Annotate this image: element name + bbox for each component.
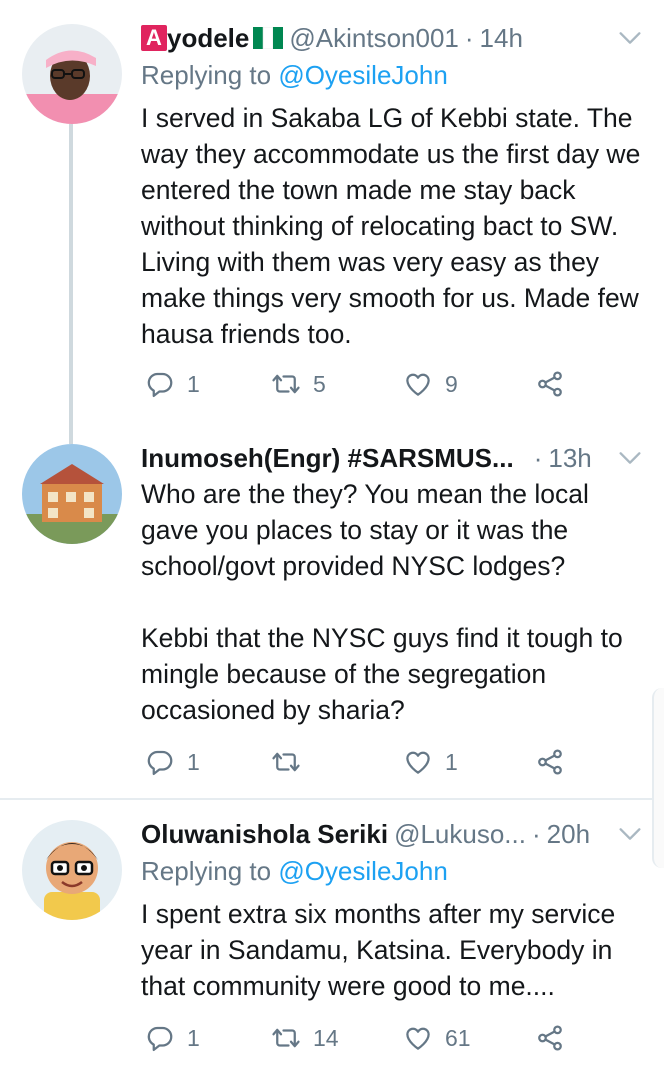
retweet-count: 14 [313, 1024, 339, 1051]
retweet-icon [271, 369, 301, 399]
tweet-header: A yodele @Akintson001 · 14h [141, 18, 644, 58]
share-icon [535, 1023, 565, 1053]
chevron-down-icon[interactable] [616, 820, 644, 848]
reply-button[interactable]: 1 [145, 366, 200, 402]
timestamp[interactable]: 13h [548, 438, 591, 478]
retweet-icon [271, 747, 301, 777]
share-button[interactable] [535, 1020, 565, 1056]
tweet-text: I served in Sakaba LG of Kebbi state. Th… [141, 103, 641, 349]
reply-count: 1 [187, 370, 200, 397]
heart-icon [403, 747, 433, 777]
reply-icon [145, 747, 175, 777]
replying-to: Replying to @OyesileJohn [141, 852, 448, 890]
like-count: 1 [445, 748, 458, 775]
display-name[interactable]: Oluwanishola Seriki [141, 814, 388, 854]
display-name[interactable]: yodele [167, 18, 249, 58]
mention-link[interactable]: @OyesileJohn [278, 60, 447, 90]
retweet-button[interactable]: 5 [271, 366, 326, 402]
reply-count: 1 [187, 748, 200, 775]
avatar[interactable] [22, 820, 122, 920]
timestamp[interactable]: 14h [480, 18, 523, 58]
reply-button[interactable]: 1 [145, 744, 200, 780]
avatar[interactable] [22, 444, 122, 544]
like-count: 9 [445, 370, 458, 397]
thread-line [69, 420, 73, 444]
separator-dot: · [531, 819, 541, 849]
replying-to-label: Replying to [141, 60, 272, 90]
tweet-text: I spent extra six months after my servic… [141, 899, 616, 1001]
name-badge: A [141, 25, 167, 51]
tweet-actions: 1 5 9 [141, 366, 581, 402]
timestamp[interactable]: 20h [547, 814, 590, 854]
thread-line [69, 124, 73, 420]
reply-button[interactable]: 1 [145, 1020, 200, 1056]
retweet-count: 5 [313, 370, 326, 397]
like-button[interactable]: 61 [403, 1020, 471, 1056]
share-icon [535, 747, 565, 777]
tweet[interactable]: A yodele @Akintson001 · 14h Replying to … [0, 0, 664, 420]
separator-dot: · [533, 443, 543, 473]
separator-dot: · [464, 23, 474, 53]
heart-icon [403, 369, 433, 399]
tweet-header: Oluwanishola Seriki @Lukuso... · 20h [141, 814, 644, 854]
nigeria-flag-icon [253, 27, 284, 49]
tweet-header: Inumoseh(Engr) #SARSMUS... · 13h [141, 438, 644, 478]
reply-count: 1 [187, 1024, 200, 1051]
heart-icon [403, 1023, 433, 1053]
share-icon [535, 369, 565, 399]
user-handle[interactable]: @Akintson001 [289, 18, 459, 58]
chevron-down-icon[interactable] [616, 444, 644, 472]
tweet[interactable]: Inumoseh(Engr) #SARSMUS... · 13h Who are… [0, 420, 664, 798]
like-count: 61 [445, 1024, 471, 1051]
chevron-down-icon[interactable] [616, 24, 644, 52]
replying-to-label: Replying to [141, 856, 272, 886]
display-name[interactable]: Inumoseh(Engr) #SARSMUS... [141, 438, 514, 478]
replying-to: Replying to @OyesileJohn [141, 56, 448, 94]
mention-link[interactable]: @OyesileJohn [278, 856, 447, 886]
reply-icon [145, 1023, 175, 1053]
tweet-text: Who are the they? You mean the local gav… [141, 479, 623, 725]
edge-scroll-handle[interactable] [652, 688, 664, 868]
like-button[interactable]: 1 [403, 744, 458, 780]
like-button[interactable]: 9 [403, 366, 458, 402]
share-button[interactable] [535, 744, 565, 780]
avatar[interactable] [22, 24, 122, 124]
tweet-actions: 1 1 [141, 744, 581, 780]
reply-icon [145, 369, 175, 399]
user-handle[interactable]: @Lukuso... [394, 814, 526, 854]
retweet-button[interactable]: 14 [271, 1020, 339, 1056]
retweet-button[interactable] [271, 744, 313, 780]
retweet-icon [271, 1023, 301, 1053]
tweet-actions: 1 14 61 [141, 1020, 581, 1056]
tweet[interactable]: Oluwanishola Seriki @Lukuso... · 20h Rep… [0, 800, 664, 1079]
share-button[interactable] [535, 366, 565, 402]
